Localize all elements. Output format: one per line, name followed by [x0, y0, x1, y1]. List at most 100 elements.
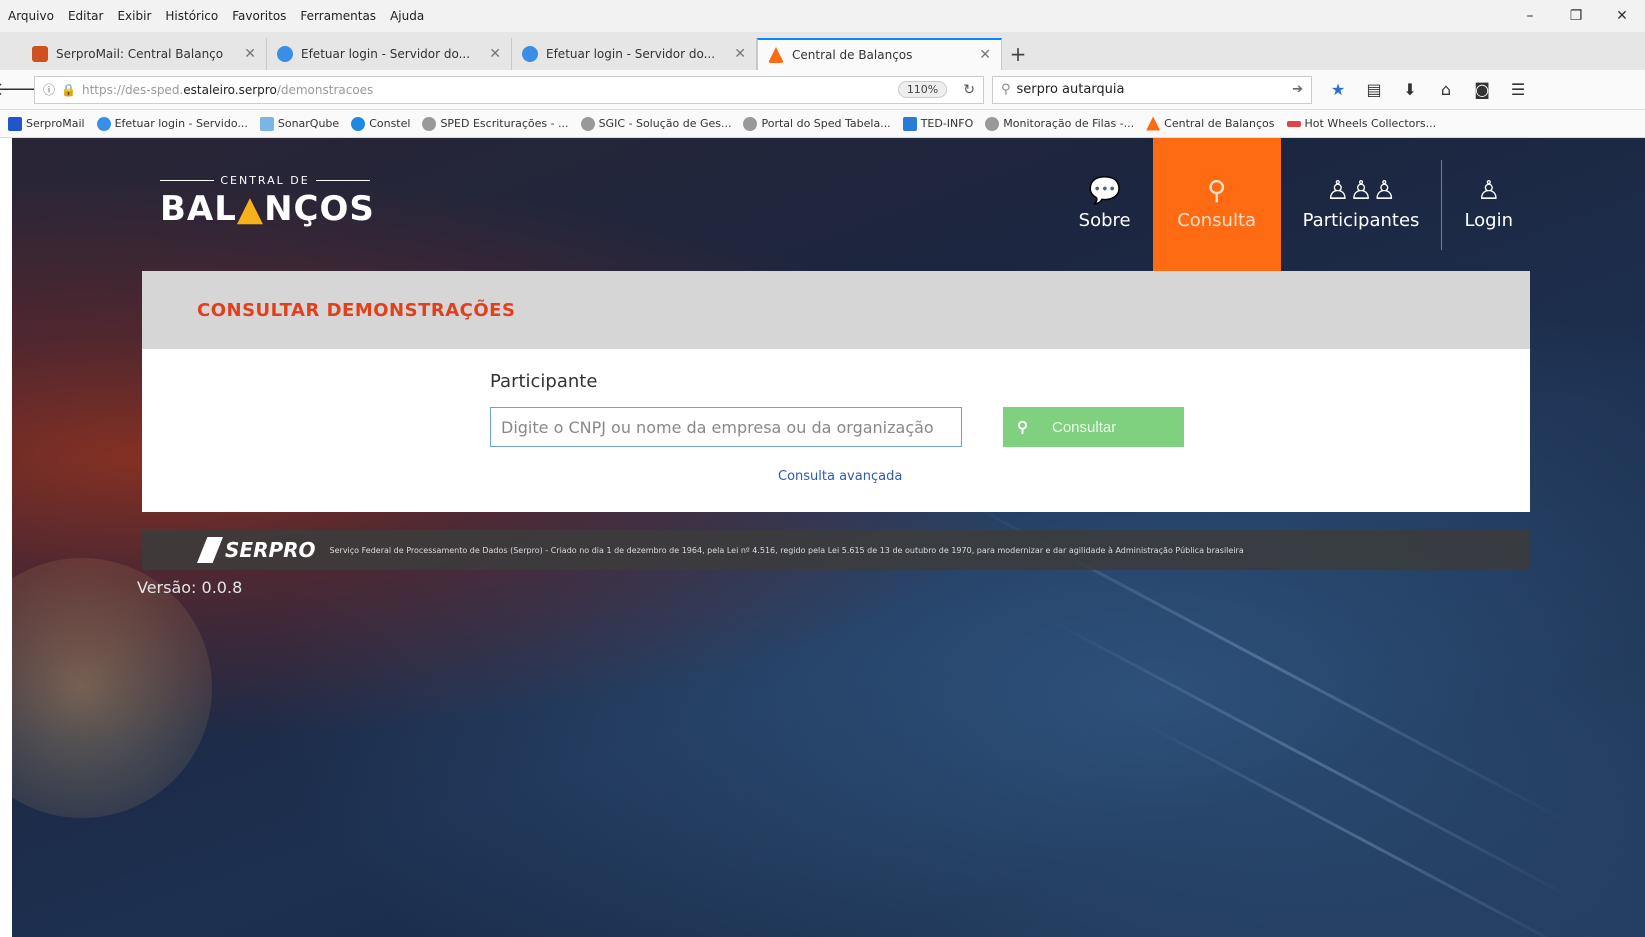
bookmark-label: SGIC - Solução de Ges...: [598, 117, 732, 130]
login-favicon-icon: [277, 46, 293, 62]
bookmark-item[interactable]: SPED Escriturações - ...: [422, 116, 569, 131]
serpro-logo: SERPRO: [197, 537, 316, 563]
serpro-brand: SERPRO: [225, 538, 316, 562]
menu-items: Arquivo Editar Exibir Histórico Favorito…: [0, 9, 424, 23]
back-button[interactable]: 🡐: [0, 75, 41, 105]
participante-search-input[interactable]: [490, 407, 962, 447]
logo-top: CENTRAL DE: [160, 174, 371, 187]
url-prefix: https://des-sped.: [81, 82, 184, 97]
bookmark-item[interactable]: Constel: [351, 116, 411, 131]
participante-label: Participante: [490, 371, 598, 392]
background-streak: [1140, 720, 1584, 937]
close-tab-icon[interactable]: ✕: [489, 46, 501, 62]
background-streak: [1046, 617, 1578, 902]
close-tab-icon[interactable]: ✕: [979, 47, 991, 63]
minimize-button[interactable]: –: [1507, 0, 1553, 32]
close-window-button[interactable]: ✕: [1599, 0, 1645, 32]
logo-a-mark-icon: ▲: [236, 189, 265, 229]
menu-arquivo[interactable]: Arquivo: [8, 9, 54, 23]
nav-label: Consulta: [1177, 210, 1257, 231]
search-card: CONSULTAR DEMONSTRAÇÕES Participante ⚲ C…: [142, 271, 1530, 512]
tab-title: Efetuar login - Servidor do...: [546, 47, 716, 61]
bookmark-item[interactable]: Hot Wheels Collectors...: [1286, 117, 1437, 130]
site-info-icon[interactable]: ⓘ: [43, 81, 55, 98]
menu-editar[interactable]: Editar: [68, 9, 104, 23]
browser-window: Arquivo Editar Exibir Histórico Favorito…: [0, 0, 1645, 937]
nav-consulta[interactable]: ⚲ Consulta: [1152, 138, 1281, 271]
bookmarks-bar: SerproMail Efetuar login - Servido... So…: [0, 110, 1645, 138]
close-tab-icon[interactable]: ✕: [244, 46, 256, 62]
nav-label: Login: [1464, 210, 1513, 231]
url-path: /demonstracoes: [276, 82, 374, 97]
close-tab-icon[interactable]: ✕: [734, 46, 746, 62]
bookmarks-library-icon[interactable]: ▤: [1356, 75, 1392, 105]
search-value: serpro autarquia: [1016, 82, 1125, 97]
browser-tab-2[interactable]: Efetuar login - Servidor do... ✕: [267, 38, 512, 70]
logo-main-b: NÇOS: [264, 189, 375, 229]
menu-favoritos[interactable]: Favoritos: [232, 9, 286, 23]
toolbar-icons: ★ ▤ ⬇ ⌂ ◙ ☰: [1320, 75, 1536, 105]
logo-main: BAL▲NÇOS: [160, 189, 374, 229]
search-icon: ⚲: [1001, 82, 1011, 97]
version-label: Versão: 0.0.8: [137, 578, 243, 597]
logo-top-text: CENTRAL DE: [220, 174, 310, 187]
bookmark-item[interactable]: Efetuar login - Servido...: [96, 116, 248, 131]
new-tab-button[interactable]: +: [1002, 38, 1034, 70]
bookmark-star-icon[interactable]: ★: [1320, 75, 1356, 105]
url-host: estaleiro.serpro: [183, 82, 277, 97]
page-title: CONSULTAR DEMONSTRAÇÕES: [197, 299, 516, 321]
bookmark-item[interactable]: Portal do Sped Tabela...: [743, 116, 891, 131]
nav-login[interactable]: ♙ Login: [1442, 138, 1535, 271]
nav-sobre[interactable]: 💬 Sobre: [1057, 138, 1153, 271]
globe-icon: [580, 116, 595, 131]
globe-icon: [422, 116, 437, 131]
browser-tab-1[interactable]: SerproMail: Central Balanço ✕: [22, 38, 267, 70]
menu-ajuda[interactable]: Ajuda: [390, 9, 424, 23]
consulta-avancada-link[interactable]: Consulta avançada: [778, 469, 902, 484]
bookmark-item[interactable]: TED-INFO: [902, 116, 973, 131]
bookmark-item[interactable]: Monitoração de Filas -...: [985, 116, 1135, 131]
downloads-icon[interactable]: ⬇: [1392, 75, 1428, 105]
bookmark-label: Hot Wheels Collectors...: [1304, 117, 1437, 130]
bookmark-item[interactable]: SGIC - Solução de Ges...: [580, 116, 732, 131]
central-balancos-icon: [1146, 116, 1161, 131]
consultar-button[interactable]: ⚲ Consultar: [1003, 407, 1184, 447]
sonarqube-icon: [259, 116, 274, 131]
menu-ferramentas[interactable]: Ferramentas: [300, 9, 376, 23]
hamburger-menu-icon[interactable]: ☰: [1500, 75, 1536, 105]
bookmark-label: Constel: [369, 117, 411, 130]
bookmark-label: SerproMail: [26, 117, 85, 130]
nav-participantes[interactable]: ♙♙♙ Participantes: [1281, 138, 1442, 271]
card-body: Participante ⚲ Consultar Consulta avança…: [142, 349, 1530, 512]
bookmark-label: Central de Balanços: [1164, 117, 1275, 130]
central-de-balancos-logo[interactable]: CENTRAL DE BAL▲NÇOS: [160, 174, 374, 234]
zoom-indicator[interactable]: 110%: [897, 81, 948, 98]
bookmark-item[interactable]: SonarQube: [259, 116, 339, 131]
browser-tab-4-active[interactable]: Central de Balanços ✕: [757, 38, 1002, 70]
browser-tab-3[interactable]: Efetuar login - Servidor do... ✕: [512, 38, 757, 70]
menu-bar: Arquivo Editar Exibir Histórico Favorito…: [0, 0, 1645, 32]
reload-icon[interactable]: ↻: [953, 82, 975, 98]
home-icon[interactable]: ⌂: [1428, 75, 1464, 105]
bookmark-item[interactable]: SerproMail: [8, 116, 85, 131]
restore-button[interactable]: ❐: [1553, 0, 1599, 32]
nav-label: Sobre: [1078, 210, 1131, 231]
bookmark-label: Monitoração de Filas -...: [1003, 117, 1135, 130]
magnifier-icon: ⚲: [1207, 176, 1227, 206]
serpromail-favicon-icon: [32, 46, 48, 62]
serpro-mark-icon: [197, 537, 223, 563]
globe-icon: [985, 116, 1000, 131]
login-icon: [96, 116, 111, 131]
logo-line: [315, 180, 371, 181]
search-bar[interactable]: ⚲ serpro autarquia ➔: [992, 75, 1312, 104]
menu-exibir[interactable]: Exibir: [117, 9, 151, 23]
window-controls: – ❐ ✕: [1507, 0, 1645, 32]
menu-historico[interactable]: Histórico: [165, 9, 218, 23]
search-go-icon[interactable]: ➔: [1292, 82, 1303, 97]
bookmark-item[interactable]: Central de Balanços: [1146, 116, 1275, 131]
site-footer: SERPRO Serviço Federal de Processamento …: [142, 530, 1530, 570]
speech-bubble-icon: 💬: [1088, 176, 1121, 206]
url-bar[interactable]: ⓘ 🔒 https://des-sped. estaleiro.serpro/de…: [34, 75, 984, 104]
pocket-icon[interactable]: ◙: [1464, 75, 1500, 105]
site-nav: 💬 Sobre ⚲ Consulta ♙♙♙ Participantes ♙ L…: [1057, 138, 1535, 271]
